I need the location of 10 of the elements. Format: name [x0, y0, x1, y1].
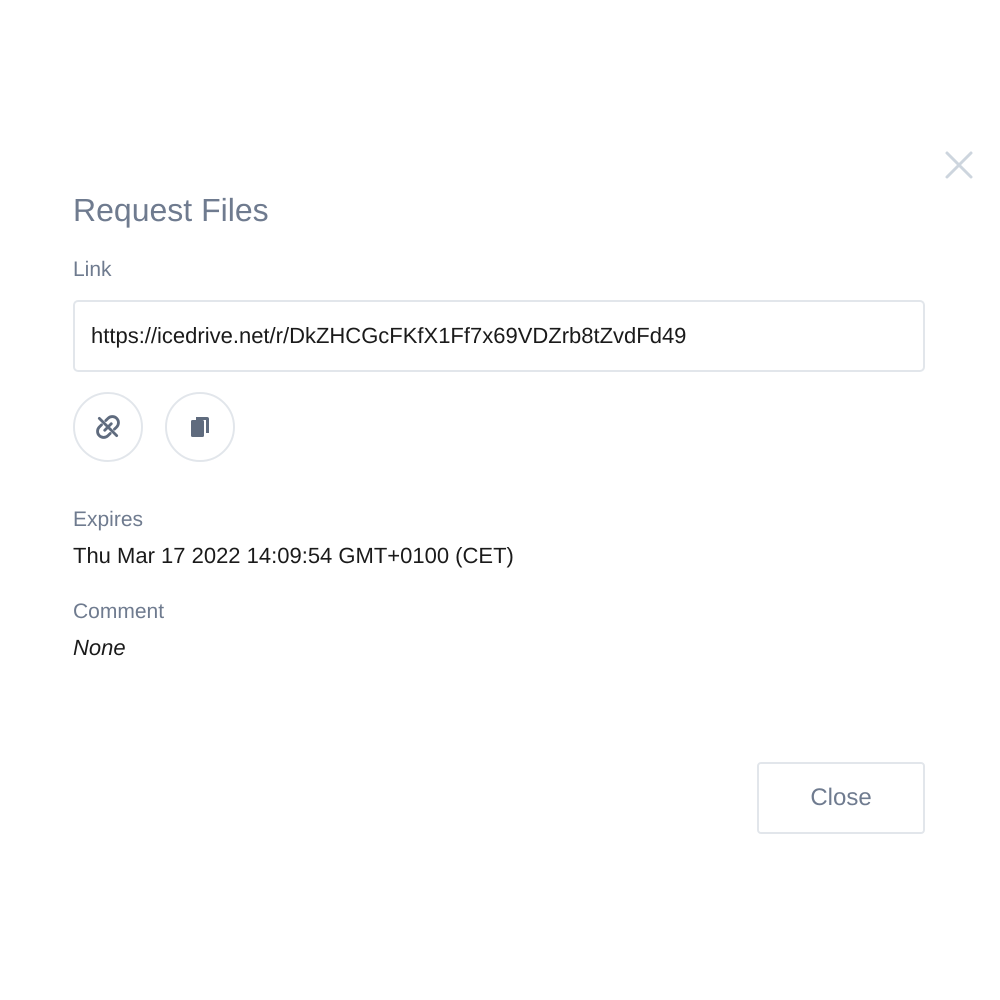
close-button[interactable]: Close [757, 762, 925, 834]
unlink-icon [95, 414, 121, 440]
comment-text: None [73, 634, 127, 662]
field-label: Comment [73, 599, 166, 625]
dialog-title: Request Files [73, 191, 270, 230]
field-label: Expires [73, 507, 144, 533]
copy-icon [189, 415, 211, 439]
link-field[interactable]: https://icedrive.net/r/DkZHCGcFKfX1Ff7x69VDZrb8tZvdFd49 [73, 300, 925, 372]
expiry-date: Thu Mar 17 2022 14:09:54 GMT+0100 (CET) [73, 542, 515, 570]
field-label: Link [73, 257, 113, 283]
